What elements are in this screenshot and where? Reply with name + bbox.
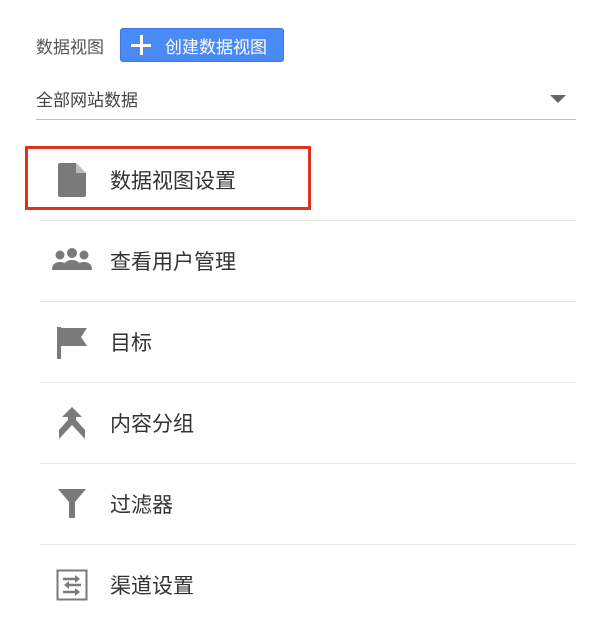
filter-icon [52, 484, 92, 524]
menu-item-label: 目标 [110, 331, 152, 355]
document-icon [52, 160, 92, 200]
menu-item-label: 过滤器 [110, 493, 173, 517]
menu-item-label: 内容分组 [110, 412, 194, 436]
menu-item-label: 渠道设置 [110, 574, 194, 598]
view-header-label: 数据视图 [36, 37, 104, 58]
merge-icon [52, 403, 92, 443]
menu-item-filters[interactable]: 过滤器 [40, 463, 576, 544]
menu-item-label: 数据视图设置 [110, 169, 236, 193]
view-select-value: 全部网站数据 [36, 91, 138, 111]
flag-icon [52, 322, 92, 362]
chevron-down-icon [550, 94, 566, 103]
menu-item-channel-settings[interactable]: 渠道设置 [40, 544, 576, 625]
menu-item-label: 查看用户管理 [110, 250, 236, 274]
view-settings-menu: 数据视图设置 查看用户管理 目标 内容分组 过滤器 渠道设置 [40, 140, 576, 625]
menu-item-view-settings[interactable]: 数据视图设置 [40, 140, 576, 220]
channel-settings-icon [52, 565, 92, 605]
create-view-button-label: 创建数据视图 [165, 37, 267, 58]
menu-item-user-management[interactable]: 查看用户管理 [40, 220, 576, 301]
plus-icon [131, 35, 151, 55]
users-icon [52, 241, 92, 281]
view-header: 数据视图 创建数据视图 [36, 28, 284, 62]
create-view-button[interactable]: 创建数据视图 [120, 28, 284, 62]
menu-item-content-grouping[interactable]: 内容分组 [40, 382, 576, 463]
view-select-dropdown[interactable]: 全部网站数据 [36, 78, 576, 120]
menu-item-goals[interactable]: 目标 [40, 301, 576, 382]
